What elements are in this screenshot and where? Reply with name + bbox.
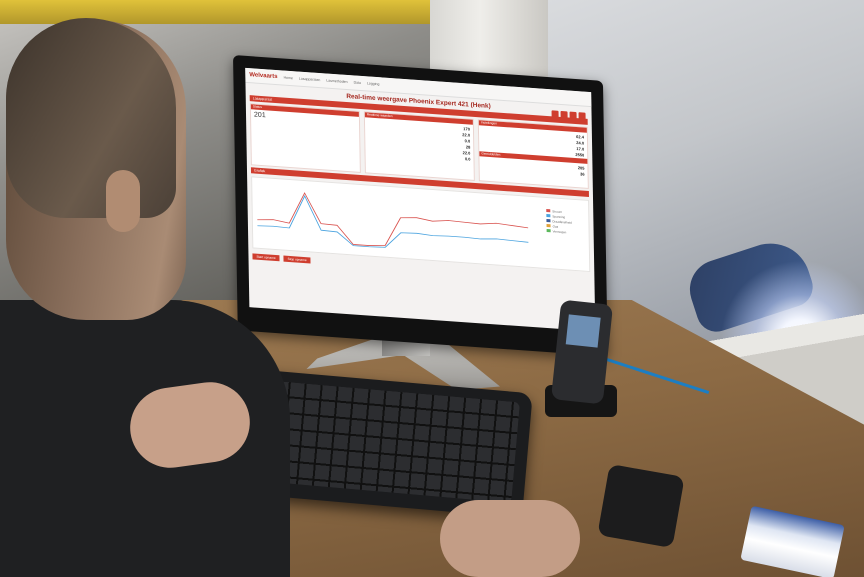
menu-item-machines[interactable]: Lasapparaten [299,77,320,83]
menu-item-data[interactable]: Data [354,80,361,85]
chart-legend: Stroom Spanning Draadsnelheid Gas Vermog… [546,208,586,236]
panel-status: Status 201 [249,103,361,173]
start-recording-button[interactable]: Start opname [252,253,280,262]
panel-settings: Instellingen 62.4 24.0 17.0 2550 Gemidde… [477,119,589,189]
legend-label-5: Vermogen [552,228,567,234]
toolbar-button-3[interactable] [569,111,577,120]
phone-screen [565,314,601,348]
realtime-value-4: 28 [465,144,471,150]
menu-item-logging[interactable]: Logging [367,81,380,86]
wallet [597,463,685,549]
panel-realtime: Realtime waarden 170 22.0 0.0 28 22.0 0.… [363,111,475,181]
realtime-value-1: 170 [463,126,471,132]
toolbar-button-4[interactable] [578,112,586,120]
settings-value-3: 17.0 [576,146,585,152]
realtime-value-6: 0.0 [464,156,471,162]
app-logo: Welvaarts [249,72,278,81]
photo-scene: Welvaarts Home Lasapparaten Lasmethoden … [0,0,864,577]
menu-item-home[interactable]: Home [284,76,293,81]
settings-value-2: 24.0 [576,140,585,146]
stop-recording-button[interactable]: Stop opname [283,255,311,264]
person-ear [106,170,140,232]
chart-series-line [257,195,529,248]
realtime-value-3: 0.0 [464,138,471,144]
realtime-value-5: 22.0 [462,150,471,156]
toolbar-button-2[interactable] [560,110,568,119]
person-right-hand [440,500,580,577]
toolbar-button-1[interactable] [551,110,559,118]
chart-series-line [257,192,529,246]
cordless-phone [550,299,614,405]
legend-label-4: Gas [552,223,559,229]
monitor-screen: Welvaarts Home Lasapparaten Lasmethoden … [245,67,596,332]
person-hair [6,18,176,218]
averages-value-2: 36 [580,171,585,177]
menu-item-methods[interactable]: Lasmethoden [326,79,347,84]
realtime-value-2: 22.0 [462,132,471,138]
settings-value-1: 62.4 [576,134,584,140]
averages-value-1: 205 [577,165,585,171]
settings-value-4: 2550 [575,151,585,158]
computer-monitor: Welvaarts Home Lasapparaten Lasmethoden … [233,55,608,357]
legend-label-1: Stroom [552,208,562,214]
